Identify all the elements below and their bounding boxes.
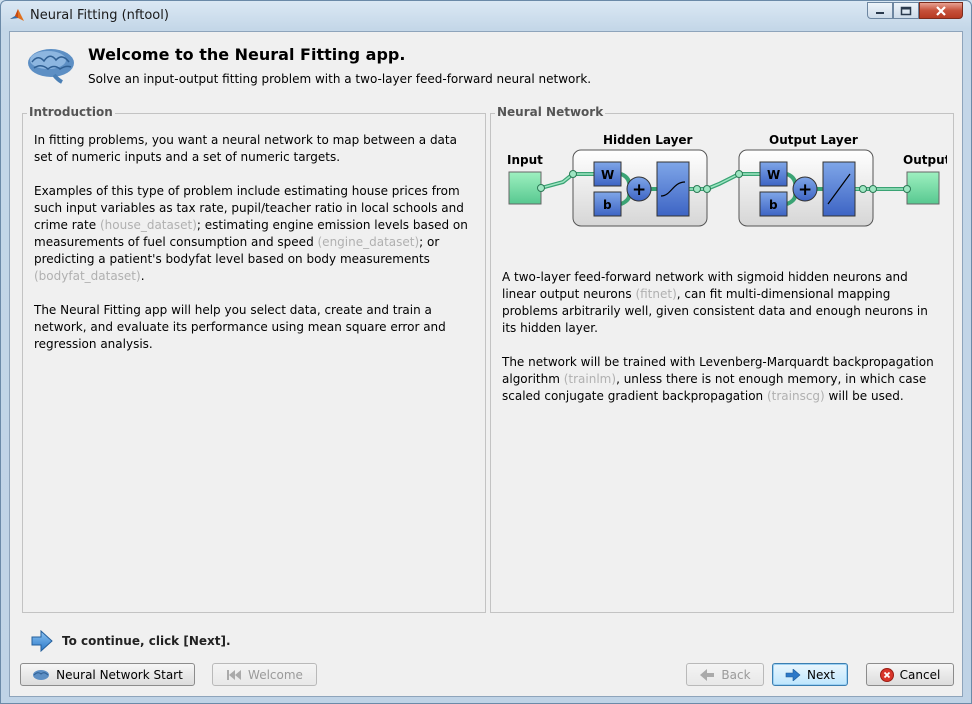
title-bar[interactable]: Neural Fitting (nftool) xyxy=(1,1,971,31)
arrow-right-icon xyxy=(785,668,801,681)
output-layer-label: Output Layer xyxy=(769,133,858,147)
welcome-button[interactable]: Welcome xyxy=(212,663,317,686)
page-title: Welcome to the Neural Fitting app. xyxy=(88,45,406,64)
network-text: will be used. xyxy=(824,389,904,403)
trainlm-link[interactable]: (trainlm) xyxy=(564,372,616,386)
hidden-w-label: W xyxy=(601,168,614,182)
intro-text: . xyxy=(140,269,145,283)
intro-paragraph-3: The Neural Fitting app will help you sel… xyxy=(34,303,446,351)
input-node xyxy=(508,171,542,205)
matlab-icon xyxy=(10,9,24,21)
output-w-label: W xyxy=(767,168,780,182)
hidden-b-label: b xyxy=(603,198,612,212)
close-window-button[interactable] xyxy=(919,2,963,19)
neural-network-panel: Neural Network Input Hidden Layer Output… xyxy=(490,105,954,613)
output-label: Output xyxy=(903,153,947,167)
continue-hint: To continue, click [Next]. xyxy=(62,634,231,648)
minimize-icon xyxy=(876,11,884,14)
hidden-layer-label: Hidden Layer xyxy=(603,133,693,147)
brain-icon xyxy=(33,669,50,680)
input-label: Input xyxy=(507,153,543,167)
next-button[interactable]: Next xyxy=(772,663,848,686)
neural-network-start-button[interactable]: Neural Network Start xyxy=(20,663,195,686)
client-area: Welcome to the Neural Fitting app. Solve… xyxy=(9,31,963,697)
arrow-right-icon xyxy=(31,630,53,652)
trainscg-link[interactable]: (trainscg) xyxy=(767,389,825,403)
page-subtitle: Solve an input-output fitting problem wi… xyxy=(88,72,592,86)
back-button[interactable]: Back xyxy=(686,663,764,686)
output-node xyxy=(906,171,940,205)
network-paragraph-2: The network will be trained with Levenbe… xyxy=(502,354,942,405)
introduction-panel: Introduction In fitting problems, you wa… xyxy=(22,105,486,613)
introduction-text: In fitting problems, you want a neural n… xyxy=(34,132,474,370)
next-button-label: Next xyxy=(807,667,835,682)
start-button-label: Neural Network Start xyxy=(56,667,183,682)
cancel-button-label: Cancel xyxy=(899,667,941,682)
caption-buttons xyxy=(867,2,963,20)
plus-icon: + xyxy=(798,180,812,200)
app-window: Neural Fitting (nftool) Welcome to the N… xyxy=(0,0,972,704)
fitnet-link[interactable]: (fitnet) xyxy=(635,287,676,301)
welcome-button-label: Welcome xyxy=(248,667,303,682)
plus-icon: + xyxy=(632,180,646,200)
network-paragraph-1: A two-layer feed-forward network with si… xyxy=(502,269,942,337)
cancel-button[interactable]: Cancel xyxy=(866,663,954,686)
rewind-icon xyxy=(227,669,242,680)
house-dataset-link[interactable]: (house_dataset) xyxy=(100,218,197,232)
network-diagram: Input Hidden Layer Output Layer Output W… xyxy=(507,133,947,227)
neural-network-label: Neural Network xyxy=(495,105,606,119)
cancel-icon xyxy=(879,667,894,682)
window-title: Neural Fitting (nftool) xyxy=(30,8,169,23)
intro-paragraph-2: Examples of this type of problem include… xyxy=(34,183,474,285)
intro-paragraph-1: In fitting problems, you want a neural n… xyxy=(34,133,457,164)
introduction-label: Introduction xyxy=(27,105,115,119)
maximize-icon xyxy=(900,6,912,15)
network-description: A two-layer feed-forward network with si… xyxy=(502,269,942,422)
engine-dataset-link[interactable]: (engine_dataset) xyxy=(318,235,420,249)
close-icon xyxy=(936,5,946,16)
minimize-button[interactable] xyxy=(867,2,893,19)
back-button-label: Back xyxy=(721,667,751,682)
arrow-left-icon xyxy=(700,668,715,681)
maximize-button[interactable] xyxy=(893,2,919,19)
bodyfat-dataset-link[interactable]: (bodyfat_dataset) xyxy=(34,269,141,283)
brain-icon xyxy=(28,49,74,84)
output-b-label: b xyxy=(769,198,778,212)
